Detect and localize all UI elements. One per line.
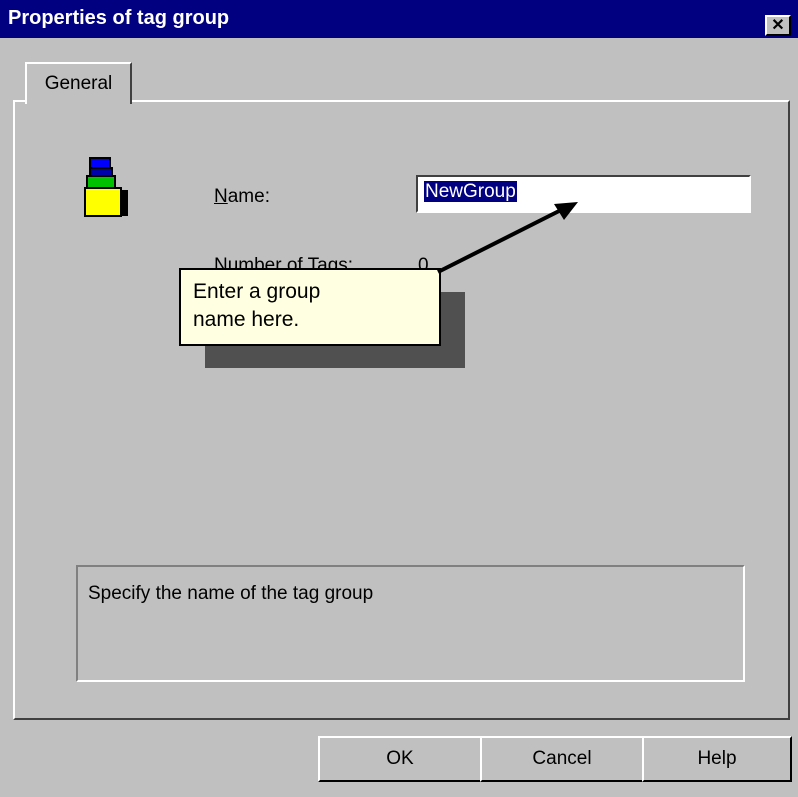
name-label: Name: [214,186,270,208]
callout-line-2: name here. [193,308,300,331]
callout-arrow [437,202,578,274]
help-button[interactable]: Help [642,736,792,782]
window-title: Properties of tag group [8,7,230,29]
title-bar: Properties of tag group [0,0,798,38]
close-button[interactable]: ✕ [765,15,791,36]
tab-general[interactable]: General [25,62,132,104]
cancel-button[interactable]: Cancel [480,736,644,782]
callout-line-1: Enter a group [193,280,321,303]
description-box: Specify the name of the tag group [76,565,745,682]
name-label-accelerator: N [214,186,228,207]
ok-button[interactable]: OK [318,736,482,782]
name-label-text: ame: [227,186,270,207]
description-text: Specify the name of the tag group [88,583,374,604]
tag-group-stack-icon [84,157,128,217]
callout-tooltip: Enter a group name here. [179,268,441,346]
